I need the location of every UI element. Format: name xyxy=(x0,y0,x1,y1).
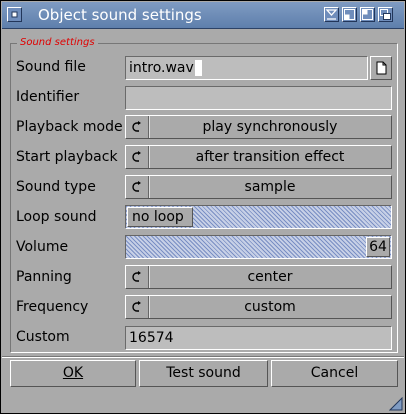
custom-label: Custom xyxy=(16,329,70,345)
volume-knob[interactable]: 64 xyxy=(366,237,390,257)
zoom-icon[interactable] xyxy=(324,7,339,22)
cycle-icon xyxy=(126,146,149,168)
custom-frequency-input[interactable]: 16574 xyxy=(125,326,392,350)
cycle-icon xyxy=(126,116,149,138)
text-cursor xyxy=(194,60,202,76)
frequency-value: custom xyxy=(244,299,296,315)
close-icon[interactable] xyxy=(7,7,22,22)
start-playback-label: Start playback xyxy=(16,149,118,165)
group-title: Sound settings xyxy=(17,37,98,48)
iconify-icon[interactable] xyxy=(342,7,357,22)
cycle-icon xyxy=(126,296,149,318)
identifier-input[interactable] xyxy=(125,86,392,110)
ok-button-label: OK xyxy=(62,365,84,381)
frequency-cycle[interactable]: custom xyxy=(125,295,392,319)
test-sound-button[interactable]: Test sound xyxy=(139,360,268,387)
ok-button[interactable]: OK xyxy=(10,360,136,387)
playback-mode-value: play synchronously xyxy=(202,119,338,135)
test-sound-button-label: Test sound xyxy=(166,365,241,381)
sound-type-value: sample xyxy=(244,179,296,195)
sound-file-input[interactable]: intro.wav xyxy=(125,56,368,80)
loop-sound-label: Loop sound xyxy=(16,209,97,225)
frequency-label: Frequency xyxy=(16,299,89,315)
volume-label: Volume xyxy=(16,239,69,255)
panning-cycle[interactable]: center xyxy=(125,265,392,289)
playback-mode-cycle[interactable]: play synchronously xyxy=(125,115,392,139)
file-requester-icon xyxy=(376,61,387,75)
sound-file-label: Sound file xyxy=(16,59,86,75)
volume-slider[interactable]: 64 xyxy=(125,235,392,259)
cycle-icon xyxy=(126,266,149,288)
resize-grip-icon[interactable] xyxy=(389,397,403,411)
sound-type-label: Sound type xyxy=(16,179,96,195)
identifier-label: Identifier xyxy=(16,89,80,105)
title-bar[interactable]: Object sound settings xyxy=(2,2,404,29)
button-separator xyxy=(2,356,404,358)
maximize-icon[interactable] xyxy=(360,7,375,22)
cancel-button[interactable]: Cancel xyxy=(271,360,398,387)
panning-value: center xyxy=(247,269,293,285)
depth-icon[interactable] xyxy=(378,7,393,22)
loop-sound-slider[interactable]: no loop xyxy=(125,205,392,229)
start-playback-cycle[interactable]: after transition effect xyxy=(125,145,392,169)
cancel-button-label: Cancel xyxy=(310,365,359,381)
sound-file-value: intro.wav xyxy=(129,60,194,76)
playback-mode-label: Playback mode xyxy=(16,119,123,135)
panning-label: Panning xyxy=(16,269,72,285)
dialog-window: Object sound settings Sound settings Sou… xyxy=(0,0,406,414)
sound-type-cycle[interactable]: sample xyxy=(125,175,392,199)
file-requester-button[interactable] xyxy=(370,56,392,80)
window-title: Object sound settings xyxy=(38,6,202,24)
cycle-icon xyxy=(126,176,149,198)
start-playback-value: after transition effect xyxy=(195,149,345,165)
loop-sound-knob[interactable]: no loop xyxy=(127,207,193,227)
